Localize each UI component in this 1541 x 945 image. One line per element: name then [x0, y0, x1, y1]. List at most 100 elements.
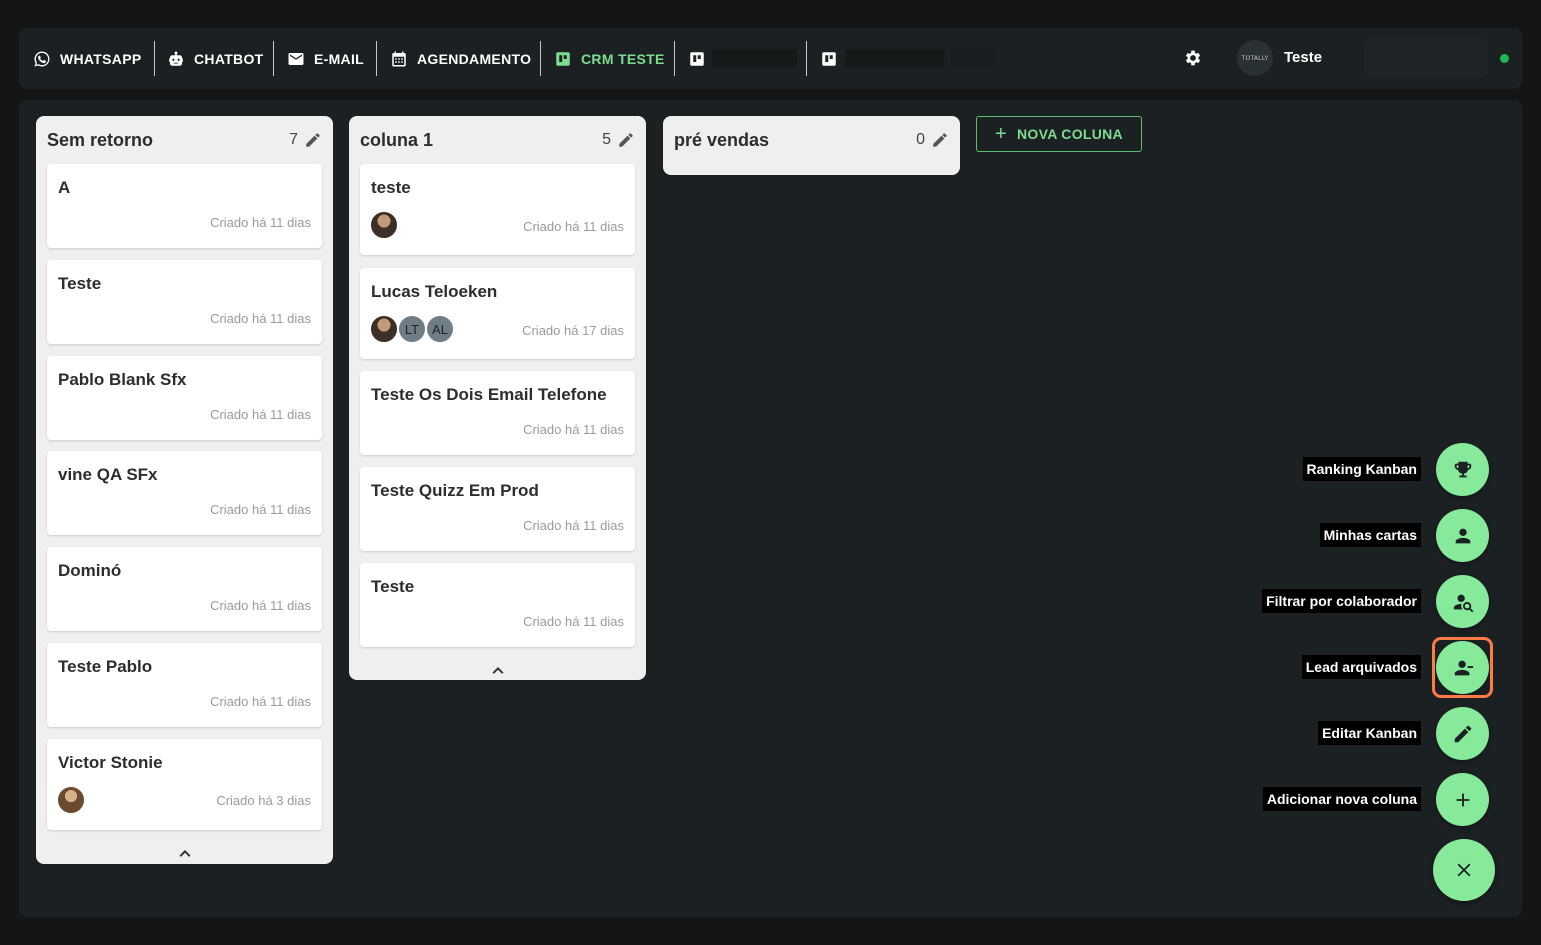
lead-card[interactable]: Pablo Blank Sfx Criado há 11 dias	[47, 356, 322, 440]
lead-card[interactable]: vine QA SFx Criado há 11 dias	[47, 451, 322, 535]
filter-by-collaborator-button[interactable]	[1436, 575, 1489, 628]
kanban-column: Sem retorno 7 A Criado há 11 dias Teste …	[36, 116, 333, 864]
card-title: vine QA SFx	[58, 465, 158, 484]
ranking-kanban-button[interactable]	[1436, 443, 1489, 496]
logo-text: TOTALLY	[1241, 54, 1269, 62]
column-title: pré vendas	[674, 129, 770, 150]
edit-kanban-button[interactable]	[1436, 707, 1489, 760]
robot-icon	[169, 51, 183, 66]
user-name[interactable]: Teste	[1284, 49, 1322, 66]
column-header: pré vendas 0	[674, 128, 949, 152]
card-created-date: Criado há 11 dias	[523, 614, 624, 629]
lead-card[interactable]: Victor Stonie Criado há 3 dias	[47, 739, 322, 830]
lead-card[interactable]: Teste Os Dois Email Telefone Criado há 1…	[360, 371, 635, 455]
column-title: Sem retorno	[47, 129, 154, 150]
nav-board-2[interactable]	[688, 41, 715, 76]
user-menu-area[interactable]	[1364, 38, 1488, 78]
speed-dial-close-button[interactable]	[1433, 839, 1495, 901]
card-created-date: Criado há 11 dias	[523, 518, 624, 533]
card-title: Teste Os Dois Email Telefone	[371, 385, 607, 404]
column-header: Sem retorno 7	[47, 128, 322, 152]
new-column-button[interactable]: + NOVA COLUNA	[976, 116, 1142, 152]
card-title: Dominó	[58, 561, 122, 580]
speed-dial-label: Ranking Kanban	[1302, 457, 1421, 481]
mail-icon	[288, 52, 304, 65]
company-logo-avatar[interactable]: TOTALLY	[1237, 40, 1273, 76]
nav-divider	[674, 41, 675, 76]
card-title: Teste	[58, 274, 102, 293]
kanban-column: coluna 1 5 teste Criado há 11 dias Lucas…	[349, 116, 646, 680]
gear-icon	[1185, 50, 1201, 66]
online-status-indicator	[1500, 54, 1509, 63]
nav-crm-teste[interactable]: CRM TESTE	[554, 41, 665, 76]
assignee-avatar[interactable]	[370, 315, 398, 343]
calendar-icon	[392, 51, 406, 66]
lead-card[interactable]: Teste Criado há 11 dias	[47, 260, 322, 344]
redacted-tab-label	[951, 49, 997, 68]
nav-whatsapp-label: WHATSAPP	[60, 50, 142, 67]
card-created-date: Criado há 11 dias	[210, 407, 311, 422]
nav-chatbot[interactable]: CHATBOT	[167, 41, 264, 76]
nav-whatsapp[interactable]: WHATSAPP	[33, 41, 141, 76]
nav-email-label: E-MAIL	[314, 50, 365, 67]
edit-column-pencil-icon[interactable]	[304, 131, 322, 149]
lead-card[interactable]: Dominó Criado há 11 dias	[47, 547, 322, 631]
my-cards-button[interactable]	[1436, 509, 1489, 562]
card-created-date: Criado há 11 dias	[210, 598, 311, 613]
nav-agendamento-label: AGENDAMENTO	[417, 50, 532, 67]
person-remove-icon	[1454, 660, 1473, 675]
kanban-column: pré vendas 0	[663, 116, 960, 175]
lead-card[interactable]: Lucas Teloeken LT AL Criado há 17 dias	[360, 268, 635, 359]
speed-dial-label: Editar Kanban	[1318, 721, 1421, 745]
card-title: Teste Pablo	[58, 657, 153, 676]
lead-card[interactable]: A Criado há 11 dias	[47, 164, 322, 248]
card-title: A	[58, 178, 71, 197]
card-assignees	[57, 786, 85, 814]
collapse-column-button[interactable]	[178, 845, 192, 857]
person-search-icon	[1453, 594, 1473, 612]
card-created-date: Criado há 11 dias	[210, 311, 311, 326]
assignee-avatar[interactable]	[57, 786, 85, 814]
chevron-up-icon	[179, 850, 190, 857]
column-card-count: 0	[916, 131, 925, 148]
edit-column-pencil-icon[interactable]	[931, 131, 949, 149]
collapse-column-button[interactable]	[491, 662, 505, 674]
nav-divider	[806, 41, 807, 76]
pencil-icon	[1454, 725, 1471, 742]
lead-card[interactable]: Teste Pablo Criado há 11 dias	[47, 643, 322, 727]
nav-chatbot-label: CHATBOT	[194, 50, 264, 67]
kanban-icon	[822, 51, 836, 66]
column-card-count: 5	[602, 131, 611, 148]
archived-leads-button[interactable]	[1436, 641, 1489, 694]
lead-card[interactable]: Teste Criado há 11 dias	[360, 563, 635, 647]
lead-card[interactable]: teste Criado há 11 dias	[360, 164, 635, 255]
whatsapp-icon	[34, 51, 50, 66]
kanban-icon	[556, 51, 570, 66]
nav-board-3[interactable]	[820, 41, 847, 76]
new-column-label: NOVA COLUNA	[1017, 126, 1123, 142]
card-created-date: Criado há 3 dias	[216, 793, 311, 808]
edit-column-pencil-icon[interactable]	[617, 131, 635, 149]
card-title: Teste Quizz Em Prod	[371, 481, 539, 500]
nav-divider	[376, 41, 377, 76]
card-created-date: Criado há 11 dias	[210, 215, 311, 230]
card-created-date: Criado há 11 dias	[210, 502, 311, 517]
assignee-avatar[interactable]: AL	[426, 315, 454, 343]
speed-dial-label: Lead arquivados	[1301, 655, 1421, 679]
card-assignees	[370, 211, 398, 239]
assignee-avatar[interactable]: LT	[398, 315, 426, 343]
assignee-avatar[interactable]	[370, 211, 398, 239]
plus-icon	[1456, 793, 1469, 806]
nav-agendamento[interactable]: AGENDAMENTO	[390, 41, 531, 76]
redacted-tab-label	[712, 49, 797, 68]
top-navigation-bar: WHATSAPP CHATBOT E-MAIL AGENDAMENTO CRM …	[19, 28, 1522, 89]
card-created-date: Criado há 11 dias	[210, 694, 311, 709]
nav-divider	[540, 41, 541, 76]
lead-card[interactable]: Teste Quizz Em Prod Criado há 11 dias	[360, 467, 635, 551]
settings-button[interactable]	[1183, 48, 1203, 68]
add-column-button[interactable]	[1436, 773, 1489, 826]
card-assignees: LT AL	[370, 315, 454, 343]
card-title: Victor Stonie	[58, 753, 163, 772]
nav-email[interactable]: E-MAIL	[287, 41, 364, 76]
card-created-date: Criado há 11 dias	[523, 219, 624, 234]
